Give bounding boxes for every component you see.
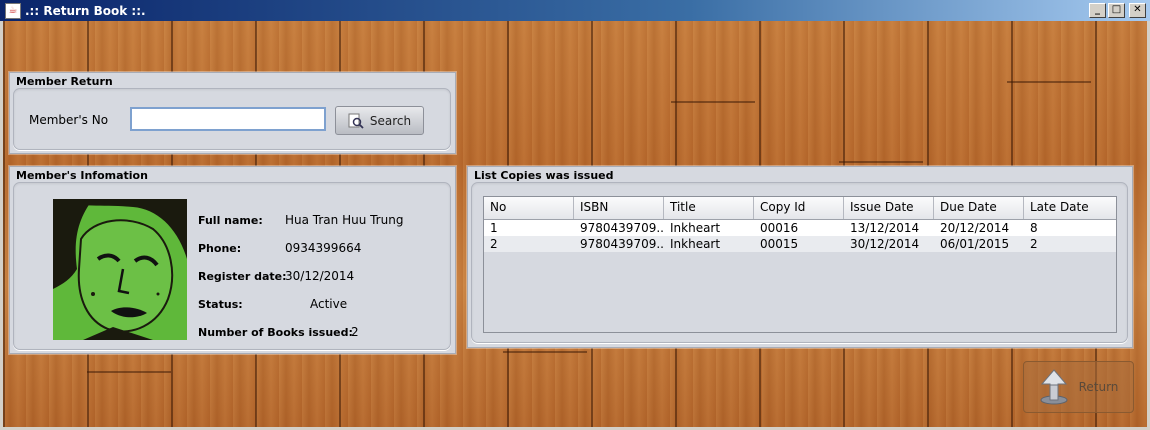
cell-isbn: 9780439709... (580, 221, 664, 235)
search-button-label: Search (369, 113, 412, 128)
plank-seam (671, 101, 755, 103)
member-photo (53, 199, 187, 340)
member-return-title: Member Return (16, 75, 113, 88)
copies-table[interactable]: No ISBN Title Copy Id Issue Date Due Dat… (483, 196, 1117, 333)
cell-late-date: 2 (1030, 237, 1038, 251)
member-portrait-image (53, 199, 187, 340)
cell-copy-id: 00016 (760, 221, 799, 235)
maximize-button[interactable]: □ (1108, 3, 1125, 18)
table-row[interactable]: 1 9780439709... Inkheart 00016 13/12/201… (484, 220, 1116, 236)
table-header: No ISBN Title Copy Id Issue Date Due Dat… (484, 197, 1116, 220)
close-button[interactable]: ✕ (1129, 3, 1146, 18)
cell-no: 2 (490, 237, 498, 251)
cell-issue-date: 30/12/2014 (850, 237, 920, 251)
table-row[interactable]: 2 9780439709... Inkheart 00015 30/12/201… (484, 236, 1116, 252)
window-titlebar[interactable]: ☕ .:: Return Book ::. _ □ ✕ (0, 0, 1150, 21)
cell-late-date: 8 (1030, 221, 1038, 235)
copies-title: List Copies was issued (474, 169, 614, 182)
cell-due-date: 06/01/2015 (940, 237, 1010, 251)
java-app-icon: ☕ (5, 2, 21, 19)
search-button[interactable]: Search (335, 106, 424, 135)
plank-seam (1007, 81, 1091, 83)
member-info-title: Member's Infomation (16, 169, 148, 182)
cell-due-date: 20/12/2014 (940, 221, 1010, 235)
phone-value: 0934399664 (285, 241, 362, 255)
minimize-button[interactable]: _ (1089, 3, 1106, 18)
column-header-due-date[interactable]: Due Date (934, 197, 1024, 219)
column-header-isbn[interactable]: ISBN (574, 197, 664, 219)
cell-no: 1 (490, 221, 498, 235)
register-date-label: Register date: (198, 270, 287, 283)
column-header-title[interactable]: Title (664, 197, 754, 219)
member-no-label: Member's No (29, 113, 109, 127)
register-date-value: 30/12/2014 (285, 269, 355, 283)
full-name-label: Full name: (198, 214, 263, 227)
column-header-copy-id[interactable]: Copy Id (754, 197, 844, 219)
cell-isbn: 9780439709... (580, 237, 664, 251)
plank-seam (87, 371, 171, 373)
cell-issue-date: 13/12/2014 (850, 221, 920, 235)
search-icon (348, 113, 364, 129)
phone-label: Phone: (198, 242, 242, 255)
books-issued-label: Number of Books issued: (198, 326, 353, 339)
return-button[interactable]: Return (1023, 361, 1134, 413)
status-value: Active (310, 297, 348, 311)
plank-seam (503, 351, 587, 353)
member-no-input[interactable] (130, 107, 326, 131)
cell-title: Inkheart (670, 237, 721, 251)
column-header-no[interactable]: No (484, 197, 574, 219)
plank-seam (839, 161, 923, 163)
column-header-issue-date[interactable]: Issue Date (844, 197, 934, 219)
books-issued-value: 2 (351, 325, 359, 339)
window-title: .:: Return Book ::. (25, 3, 146, 18)
status-label: Status: (198, 298, 243, 311)
cell-title: Inkheart (670, 221, 721, 235)
full-name-value: Hua Tran Huu Trung (285, 213, 404, 227)
cell-copy-id: 00015 (760, 237, 799, 251)
return-button-label: Return (1078, 380, 1119, 394)
window-controls: _ □ ✕ (1089, 3, 1146, 18)
column-header-late-date[interactable]: Late Date (1024, 197, 1114, 219)
return-arrow-icon (1040, 369, 1068, 405)
